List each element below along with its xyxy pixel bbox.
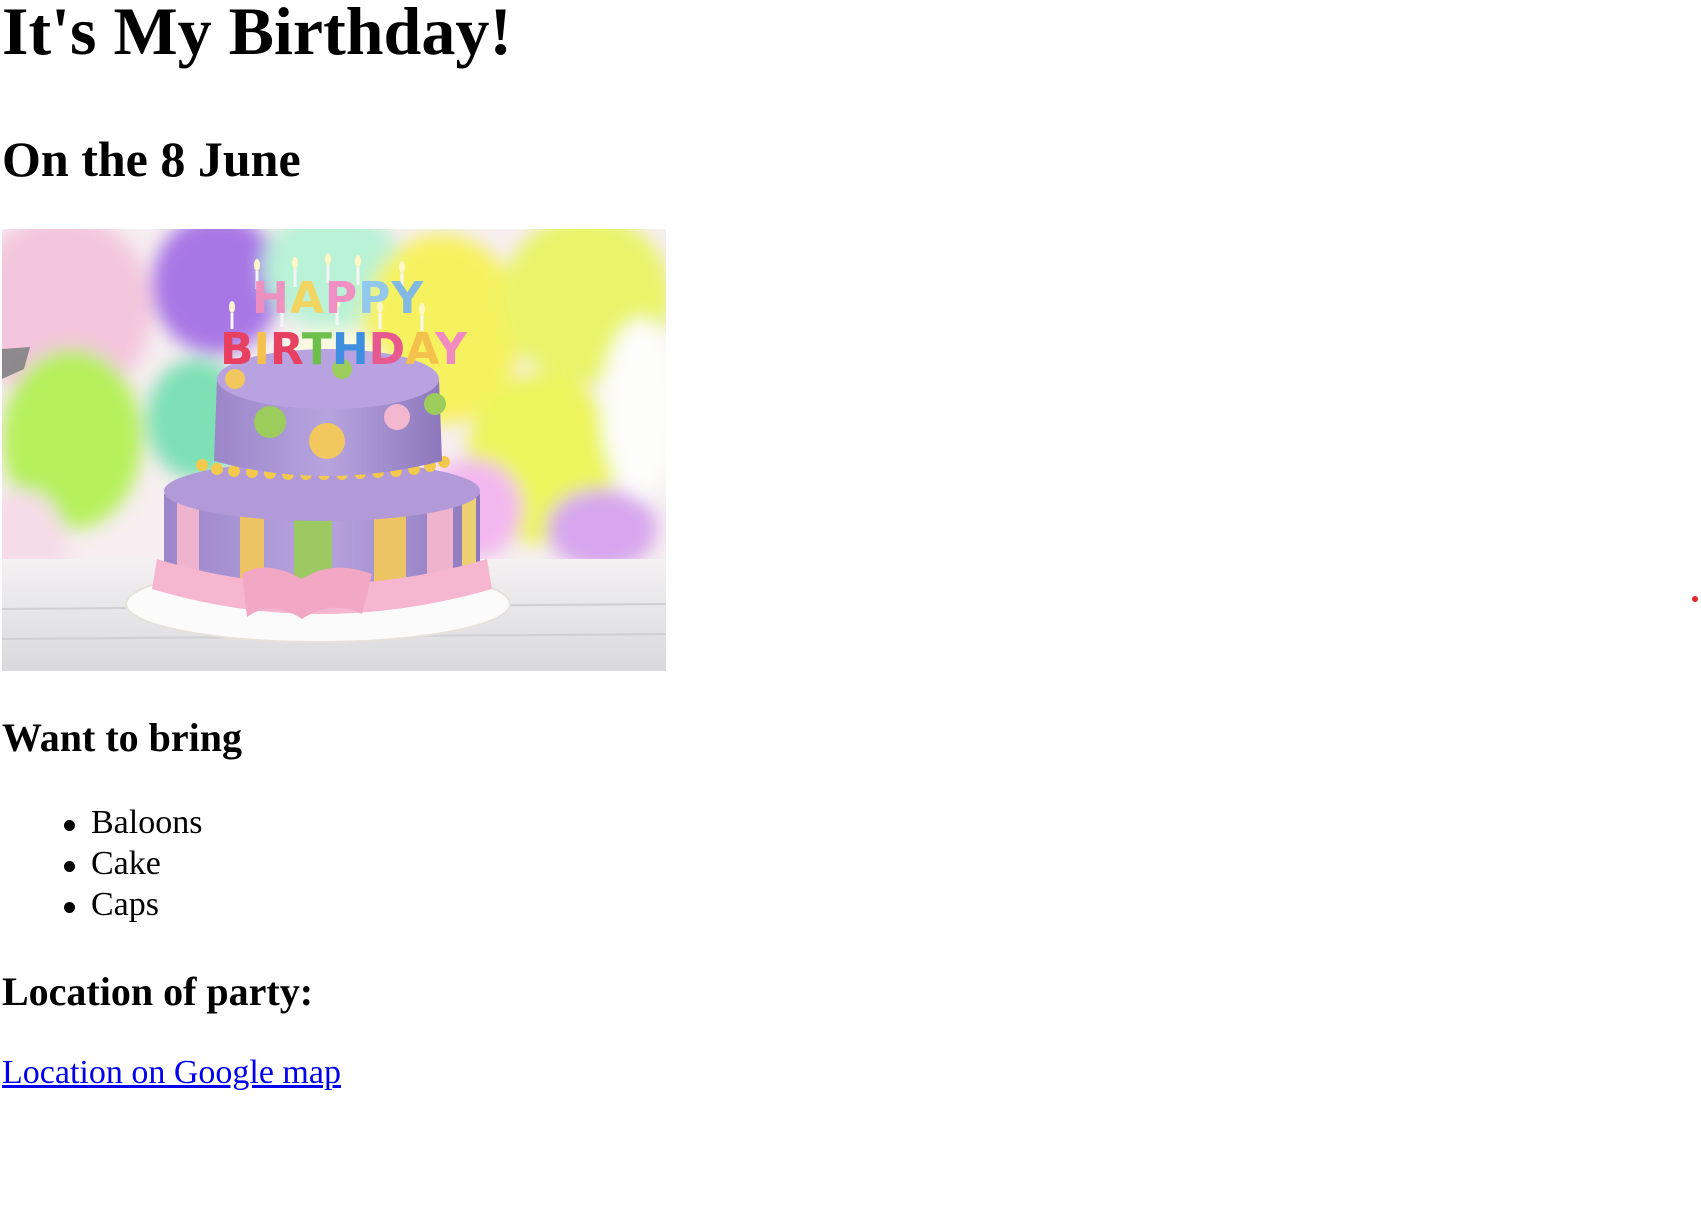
bullet-icon: [64, 820, 75, 831]
bring-list: Baloons Cake Caps: [2, 802, 202, 925]
svg-text:BIRTHDAY: BIRTHDAY: [220, 324, 468, 375]
bullet-icon: [64, 861, 75, 872]
marker-dot-icon: [1692, 596, 1698, 602]
party-date-heading: On the 8 June: [2, 131, 301, 187]
google-map-link[interactable]: Location on Google map: [2, 1054, 341, 1092]
list-item: Cake: [2, 843, 202, 884]
bullet-icon: [64, 902, 75, 913]
list-item-label: Baloons: [91, 804, 203, 841]
page-title: It's My Birthday!: [2, 0, 512, 69]
list-item: Baloons: [2, 802, 202, 843]
location-heading: Location of party:: [2, 969, 314, 1014]
birthday-cake-image: HAPPY BIRTHDAY: [2, 229, 666, 671]
list-item: Caps: [2, 884, 202, 925]
bring-heading: Want to bring: [2, 715, 243, 760]
list-item-label: Caps: [91, 886, 159, 923]
list-item-label: Cake: [91, 845, 161, 882]
svg-text:HAPPY: HAPPY: [252, 273, 424, 324]
